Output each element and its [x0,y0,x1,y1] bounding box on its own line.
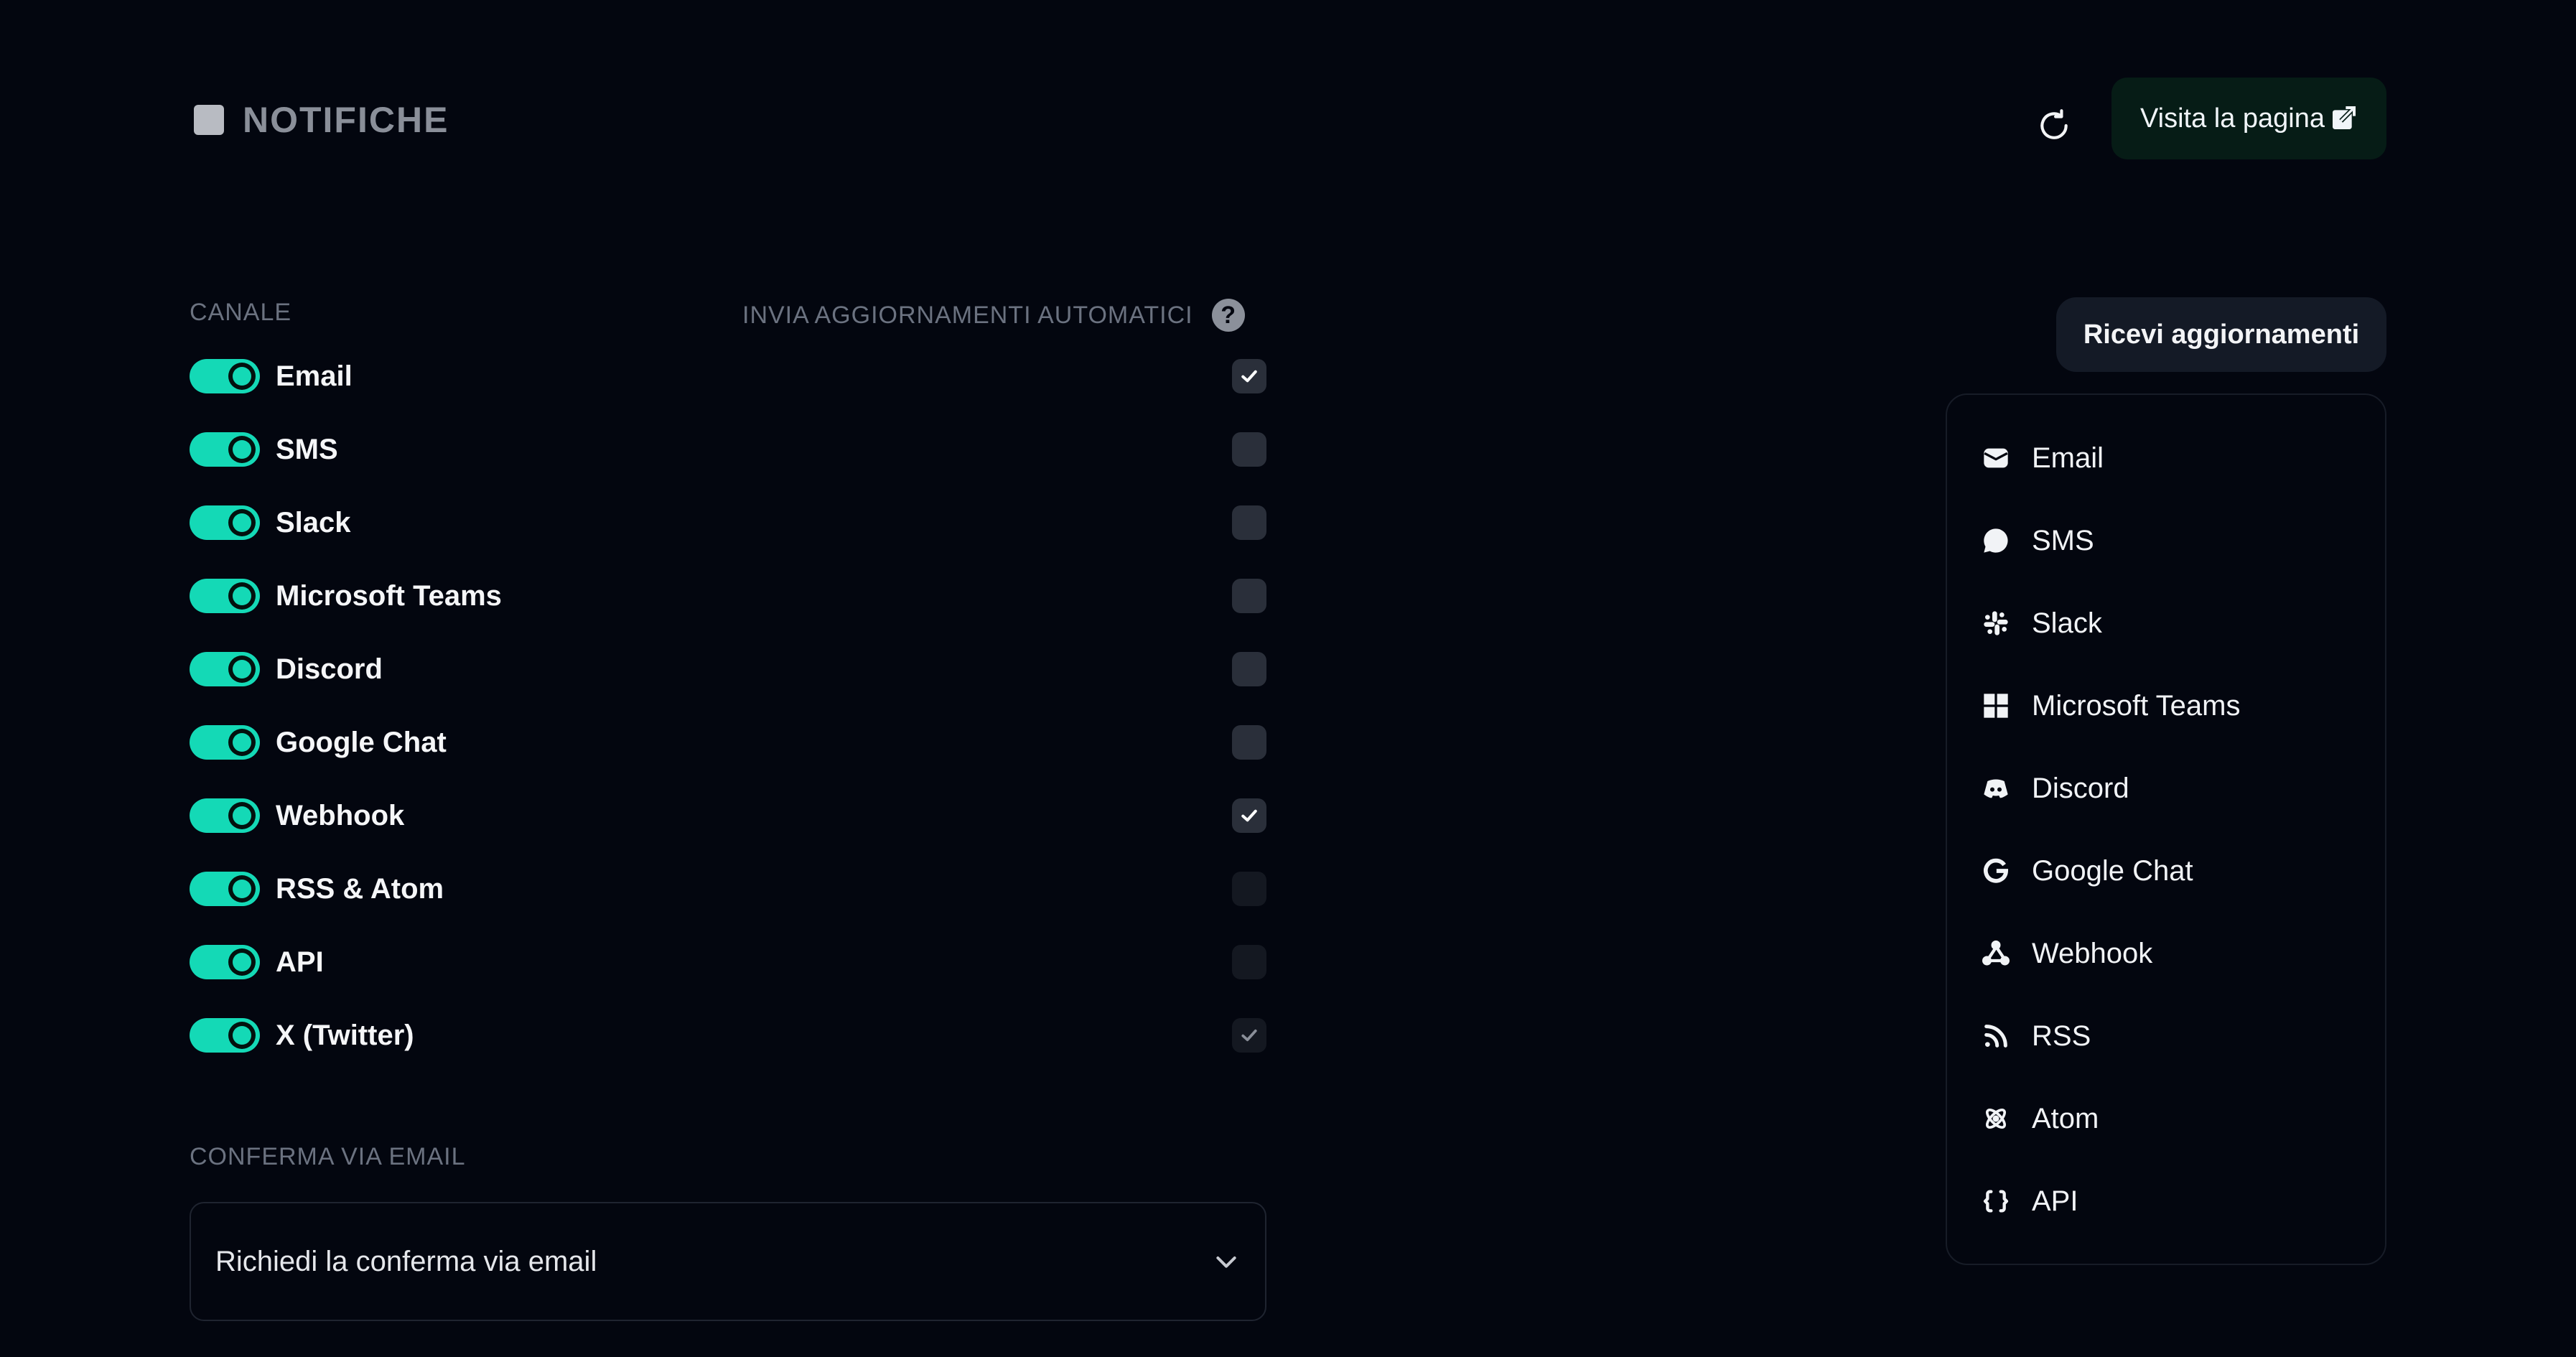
menu-item-google-chat[interactable]: Google Chat [1982,842,2355,900]
channel-label: RSS & Atom [276,872,444,905]
confirm-email-selected-value: Richiedi la conferma via email [215,1245,597,1277]
rss-icon [1982,1022,2010,1050]
auto-updates-column-header: INVIA AGGIORNAMENTI AUTOMATICI ? [742,299,1245,332]
menu-item-label: SMS [2032,524,2094,556]
checkmark-icon [1241,809,1257,822]
braces-icon [1982,1187,2010,1216]
auto-update-checkbox-google-chat[interactable] [1232,725,1266,760]
auto-update-checkbox-rss-atom[interactable] [1232,872,1266,906]
checkmark-icon [1241,370,1257,383]
menu-item-label: Slack [2032,607,2102,639]
channel-row-google-chat: Google Chat [190,714,1266,771]
auto-update-checkbox-discord[interactable] [1232,652,1266,686]
refresh-icon [2040,109,2068,139]
auto-update-checkbox-x-twitter[interactable] [1232,1018,1266,1053]
google-icon [1982,857,2010,885]
channel-toggle-google-chat[interactable] [190,725,260,760]
menu-item-label: Atom [2032,1102,2099,1134]
menu-item-label: Discord [2032,772,2129,804]
channel-column-header: CANALE [190,299,292,326]
channel-row-rss-atom: RSS & Atom [190,860,1266,918]
channel-label: Email [276,360,353,392]
menu-item-discord[interactable]: Discord [1982,760,2355,817]
visit-page-button[interactable]: Visita la pagina [2111,78,2386,159]
channel-label: Webhook [276,799,405,831]
channel-row-microsoft-teams: Microsoft Teams [190,567,1266,625]
channel-label: SMS [276,433,338,465]
webhook-icon [1982,939,2010,968]
confirm-email-select[interactable]: Richiedi la conferma via email [190,1202,1266,1321]
external-link-icon [2333,106,2356,129]
channel-toggle-discord[interactable] [190,652,260,686]
channel-toggle-email[interactable] [190,359,260,393]
menu-item-webhook[interactable]: Webhook [1982,925,2355,982]
channel-row-slack: Slack [190,494,1266,551]
slack-icon [1982,609,2010,638]
auto-update-checkbox-sms[interactable] [1232,432,1266,467]
menu-item-label: Google Chat [2032,854,2193,887]
channel-label: Slack [276,506,351,538]
refresh-button[interactable] [2025,96,2083,155]
auto-update-checkbox-email[interactable] [1232,359,1266,393]
menu-item-label: Microsoft Teams [2032,689,2241,722]
chat-bubble-icon [1982,526,2010,555]
menu-item-atom[interactable]: Atom [1982,1090,2355,1147]
auto-updates-label: INVIA AGGIORNAMENTI AUTOMATICI [742,301,1193,329]
channel-label: Microsoft Teams [276,579,502,612]
windows-icon [1982,691,2010,720]
menu-item-email[interactable]: Email [1982,429,2355,487]
channel-label: Discord [276,653,383,685]
menu-item-sms[interactable]: SMS [1982,512,2355,569]
page-title-text: NOTIFICHE [243,100,449,140]
receive-updates-menu: Email SMS Slack Microsoft Teams Discord [1946,393,2386,1265]
channel-toggle-x-twitter[interactable] [190,1018,260,1053]
channel-label: X (Twitter) [276,1019,414,1051]
channel-toggle-rss-atom[interactable] [190,872,260,906]
channel-row-x-twitter: X (Twitter) [190,1007,1266,1064]
menu-item-rss[interactable]: RSS [1982,1007,2355,1065]
discord-icon [1982,774,2010,803]
page-title: NOTIFICHE [194,99,449,141]
channel-toggle-api[interactable] [190,945,260,979]
channel-label: Google Chat [276,726,447,758]
chevron-down-icon [1216,1256,1236,1268]
menu-item-label: API [2032,1185,2078,1217]
channel-row-sms: SMS [190,421,1266,478]
channel-row-webhook: Webhook [190,787,1266,844]
channel-toggle-sms[interactable] [190,432,260,467]
channel-row-discord: Discord [190,640,1266,698]
envelope-icon [1982,444,2010,472]
menu-item-microsoft-teams[interactable]: Microsoft Teams [1982,677,2355,735]
atom-icon [1982,1104,2010,1133]
channel-toggle-webhook[interactable] [190,798,260,833]
auto-update-checkbox-microsoft-teams[interactable] [1232,579,1266,613]
channel-toggle-slack[interactable] [190,505,260,540]
receive-updates-button[interactable]: Ricevi aggiornamenti [2056,297,2386,372]
channel-row-api: API [190,933,1266,991]
visit-page-label: Visita la pagina [2139,103,2325,134]
confirm-email-heading: CONFERMA VIA EMAIL [190,1143,466,1170]
menu-item-label: Webhook [2032,937,2153,969]
auto-update-checkbox-slack[interactable] [1232,505,1266,540]
menu-item-label: Email [2032,442,2104,474]
channel-toggle-microsoft-teams[interactable] [190,579,260,613]
menu-item-slack[interactable]: Slack [1982,594,2355,652]
auto-update-checkbox-webhook[interactable] [1232,798,1266,833]
help-icon[interactable]: ? [1211,299,1245,332]
page-square-icon [194,105,224,135]
channel-label: API [276,946,324,978]
menu-item-api[interactable]: API [1982,1172,2355,1230]
menu-item-label: RSS [2032,1020,2091,1052]
auto-update-checkbox-api[interactable] [1232,945,1266,979]
channel-row-email: Email [190,348,1266,405]
checkmark-icon [1241,1029,1257,1042]
